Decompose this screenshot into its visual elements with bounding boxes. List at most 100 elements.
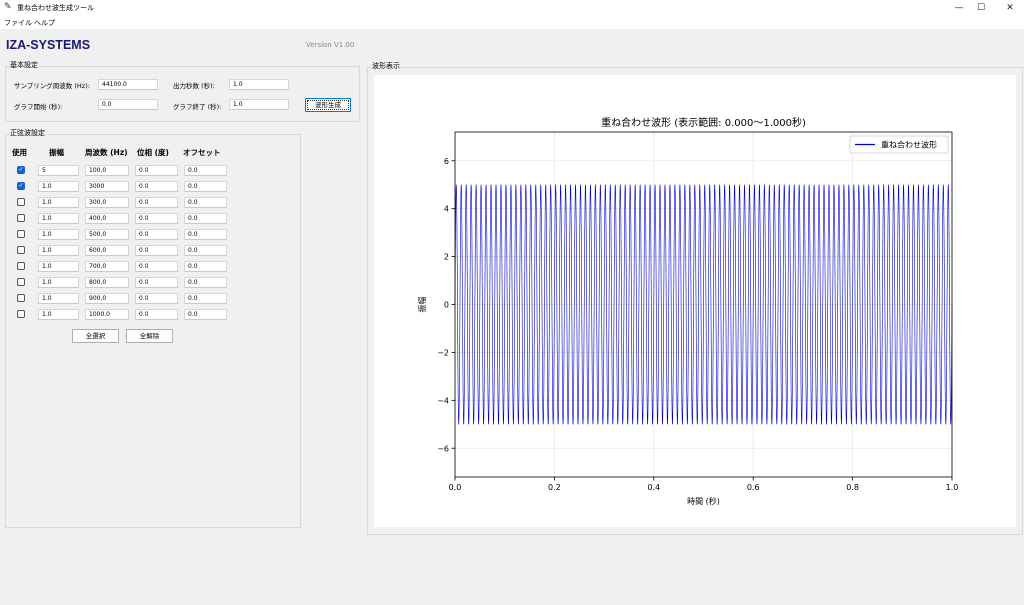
brand-logo-text: IZA-SYSTEMS [6, 38, 91, 52]
offset-input[interactable]: 0.0 [184, 197, 227, 208]
amplitude-input[interactable]: 1.0 [38, 293, 79, 304]
frequency-input[interactable]: 500.0 [85, 229, 129, 240]
header-phase: 位相 (度) [137, 148, 169, 157]
x-tick-label: 0.0 [449, 483, 462, 492]
y-axis-label: 振幅 [417, 297, 427, 313]
phase-input[interactable]: 0.0 [135, 293, 178, 304]
offset-input[interactable]: 0.0 [184, 277, 227, 288]
header-use: 使用 [12, 148, 27, 157]
phase-input[interactable]: 0.0 [135, 261, 178, 272]
amplitude-input[interactable]: 1.0 [38, 197, 79, 208]
x-tick-label: 0.6 [747, 483, 760, 492]
offset-input[interactable]: 0.0 [184, 245, 227, 256]
use-checkbox[interactable] [17, 230, 25, 238]
menu-bar: ファイル ヘルプ [0, 16, 1024, 29]
sampling-rate-input[interactable]: 44100.0 [98, 79, 158, 90]
amplitude-input[interactable]: 1.0 [38, 181, 79, 192]
duration-input[interactable]: 1.0 [229, 79, 289, 90]
x-tick-label: 1.0 [946, 483, 959, 492]
frequency-input[interactable]: 300.0 [85, 197, 129, 208]
offset-input[interactable]: 0.0 [184, 229, 227, 240]
phase-input[interactable]: 0.0 [135, 181, 178, 192]
y-tick-label: −6 [437, 444, 449, 453]
duration-label: 出力秒数 (秒): [173, 82, 215, 90]
close-button[interactable]: ✕ [996, 1, 1024, 15]
deselect-all-button[interactable]: 全解除 [126, 329, 173, 343]
phase-input[interactable]: 0.0 [135, 213, 178, 224]
offset-input[interactable]: 0.0 [184, 309, 227, 320]
y-tick-label: −4 [437, 396, 449, 405]
offset-input[interactable]: 0.0 [184, 293, 227, 304]
chart-title: 重ね合わせ波形 (表示範囲: 0.000〜1.000秒) [601, 116, 806, 129]
y-tick-label: 6 [444, 157, 449, 166]
frequency-input[interactable]: 3000 [85, 181, 129, 192]
offset-input[interactable]: 0.0 [184, 165, 227, 176]
use-checkbox[interactable] [17, 214, 25, 222]
phase-input[interactable]: 0.0 [135, 277, 178, 288]
frequency-input[interactable]: 700.0 [85, 261, 129, 272]
graph-start-input[interactable]: 0.0 [98, 99, 158, 110]
title-bar: ✎ 重ね合わせ波生成ツール — ☐ ✕ [0, 0, 1024, 16]
version-label: Version V1.00 [306, 41, 355, 49]
use-checkbox[interactable] [17, 310, 25, 318]
use-checkbox[interactable] [17, 278, 25, 286]
x-tick-label: 0.8 [846, 483, 859, 492]
x-tick-label: 0.2 [548, 483, 561, 492]
frequency-input[interactable]: 400.0 [85, 213, 129, 224]
y-tick-label: −2 [437, 348, 449, 357]
graph-end-label: グラフ終了 (秒): [173, 103, 222, 111]
frequency-input[interactable]: 100.0 [85, 165, 129, 176]
phase-input[interactable]: 0.0 [135, 197, 178, 208]
use-checkbox[interactable] [17, 246, 25, 254]
x-tick-label: 0.4 [647, 483, 660, 492]
graph-start-label: グラフ開始 (秒): [14, 103, 63, 111]
window-title: 重ね合わせ波生成ツール [17, 4, 94, 12]
use-checkbox[interactable] [17, 294, 25, 302]
header-amplitude: 振幅 [49, 148, 64, 157]
phase-input[interactable]: 0.0 [135, 309, 178, 320]
graph-end-input[interactable]: 1.0 [229, 99, 289, 110]
feather-icon: ✎ [4, 2, 12, 12]
x-axis-label: 時間 (秒) [687, 496, 720, 506]
maximize-button[interactable]: ☐ [967, 1, 995, 15]
plot-canvas: 0.0 0.2 0.4 0.6 0.8 1.0 6 4 2 0 −2 −4 −6 重ね合わせ波形 (表示範… [374, 75, 1016, 527]
phase-input[interactable]: 0.0 [135, 245, 178, 256]
amplitude-input[interactable]: 1.0 [38, 229, 79, 240]
waveform-line [454, 184, 953, 425]
amplitude-input[interactable]: 1.0 [38, 245, 79, 256]
use-checkbox[interactable] [17, 262, 25, 270]
use-checkbox[interactable]: ✓ [17, 166, 25, 174]
y-tick-label: 0 [444, 301, 449, 310]
menu-file[interactable]: ファイル [4, 18, 32, 28]
amplitude-input[interactable]: 1.0 [38, 213, 79, 224]
use-checkbox[interactable]: ✓ [17, 182, 25, 190]
amplitude-input[interactable]: 1.0 [38, 309, 79, 320]
sampling-rate-label: サンプリング周波数 (Hz): [14, 82, 90, 90]
phase-input[interactable]: 0.0 [135, 165, 178, 176]
header-frequency: 周波数 (Hz) [85, 148, 128, 157]
frequency-input[interactable]: 1000.0 [85, 309, 129, 320]
frequency-input[interactable]: 600.0 [85, 245, 129, 256]
waveform-chart: 0.0 0.2 0.4 0.6 0.8 1.0 6 4 2 0 −2 −4 −6 重ね合わせ波形 (表示範… [417, 116, 959, 506]
frequency-input[interactable]: 800.0 [85, 277, 129, 288]
amplitude-input[interactable]: 1.0 [38, 277, 79, 288]
amplitude-input[interactable]: 1.0 [38, 261, 79, 272]
offset-input[interactable]: 0.0 [184, 181, 227, 192]
offset-input[interactable]: 0.0 [184, 213, 227, 224]
frequency-input[interactable]: 900.0 [85, 293, 129, 304]
amplitude-input[interactable]: 5 [38, 165, 79, 176]
offset-input[interactable]: 0.0 [184, 261, 227, 272]
waveform-panel-title: 波形表示 [371, 61, 401, 71]
y-tick-label: 4 [444, 205, 449, 214]
phase-input[interactable]: 0.0 [135, 229, 178, 240]
sine-settings-title: 正弦波設定 [9, 128, 46, 138]
basic-settings-title: 基本設定 [9, 60, 39, 70]
select-all-button[interactable]: 全選択 [72, 329, 119, 343]
header-offset: オフセット [183, 148, 221, 157]
y-tick-label: 2 [444, 253, 449, 262]
menu-help[interactable]: ヘルプ [34, 18, 55, 28]
basic-settings-frame [5, 66, 360, 122]
use-checkbox[interactable] [17, 198, 25, 206]
generate-waveform-button[interactable]: 波形生成 [305, 98, 351, 112]
legend-label: 重ね合わせ波形 [881, 140, 937, 150]
